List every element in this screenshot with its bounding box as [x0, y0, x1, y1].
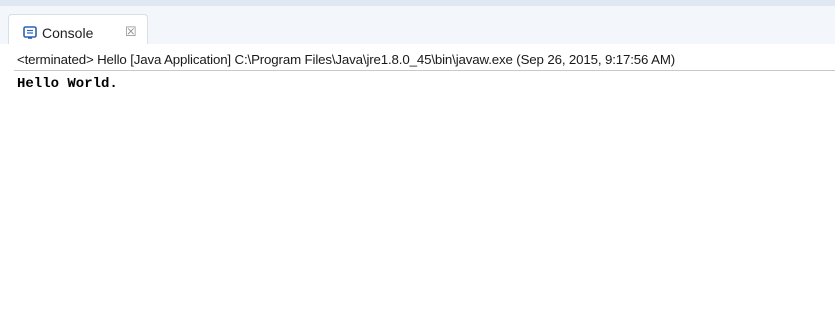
- process-status-label: <terminated> Hello [Java Application] C:…: [17, 52, 676, 67]
- tab-strip: Console ☒: [0, 6, 835, 52]
- console-output-line: Hello World.: [17, 76, 118, 92]
- console-icon: [23, 26, 37, 40]
- tab-console-label: Console: [42, 25, 94, 41]
- console-view: Console ☒ <terminated> Hello [Java Appli…: [0, 0, 835, 314]
- close-icon[interactable]: ☒: [125, 24, 137, 40]
- status-divider: [14, 70, 835, 71]
- console-output-area[interactable]: <terminated> Hello [Java Application] C:…: [0, 44, 835, 314]
